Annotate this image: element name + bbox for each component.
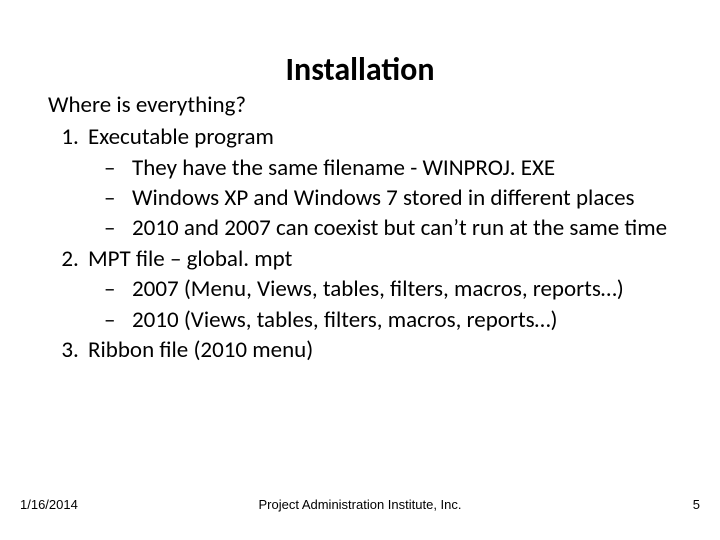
- list-item-text: MPT file – global. mpt: [88, 245, 292, 273]
- sub-list-item: 2007 (Menu, Views, tables, filters, macr…: [128, 274, 672, 304]
- footer-page-number: 5: [693, 497, 700, 512]
- footer-org: Project Administration Institute, Inc.: [0, 497, 720, 512]
- slide-body: Where is everything? Executable program …: [48, 90, 672, 365]
- sub-list-item: Windows XP and Windows 7 stored in diffe…: [128, 183, 672, 213]
- list-item-text: Ribbon file (2010 menu): [88, 336, 313, 364]
- list-item: Ribbon file (2010 menu): [84, 335, 672, 365]
- sub-list-item: 2010 (Views, tables, filters, macros, re…: [128, 305, 672, 335]
- sub-list: They have the same filename - WINPROJ. E…: [88, 153, 672, 244]
- slide: Installation Where is everything? Execut…: [0, 0, 720, 540]
- list-item: Executable program They have the same fi…: [84, 122, 672, 243]
- sub-list-item: They have the same filename - WINPROJ. E…: [128, 153, 672, 183]
- list-item: MPT file – global. mpt 2007 (Menu, Views…: [84, 244, 672, 335]
- sub-list: 2007 (Menu, Views, tables, filters, macr…: [88, 274, 672, 335]
- sub-list-item: 2010 and 2007 can coexist but can’t run …: [128, 213, 672, 243]
- lead-text: Where is everything?: [48, 90, 672, 120]
- main-list: Executable program They have the same fi…: [48, 122, 672, 365]
- slide-title: Installation: [0, 52, 720, 87]
- list-item-text: Executable program: [88, 123, 274, 151]
